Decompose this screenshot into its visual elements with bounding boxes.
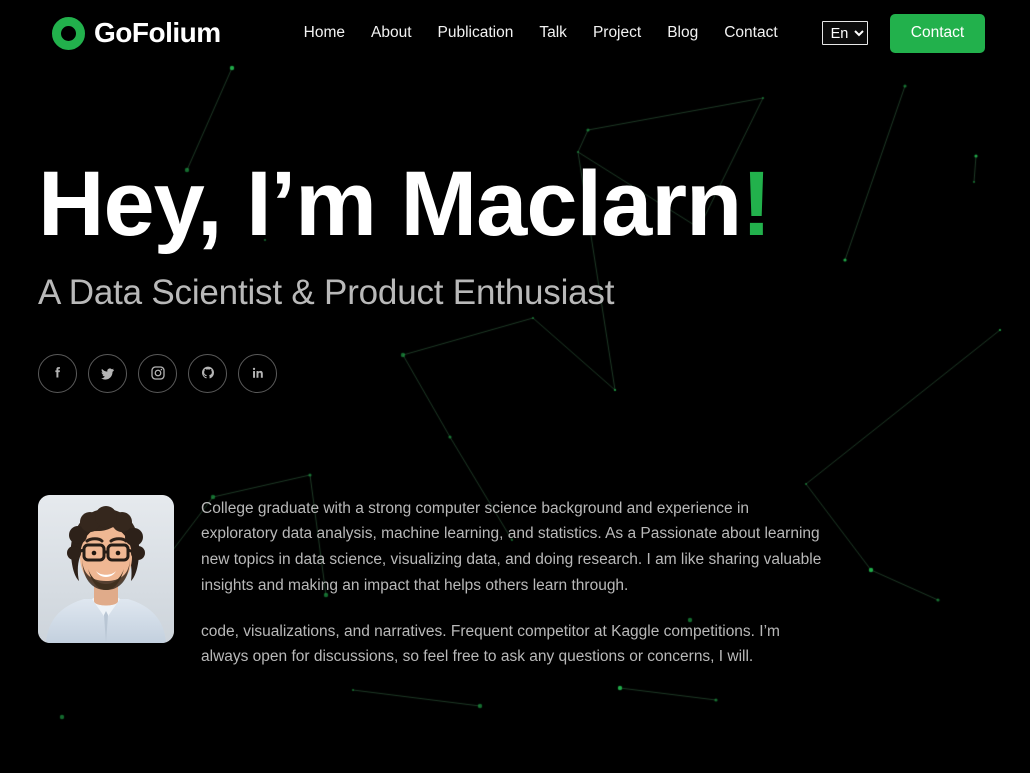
nav-item-project[interactable]: Project bbox=[593, 25, 641, 41]
page-root: GoFolium Home About Publication Talk Pro… bbox=[0, 0, 1030, 773]
avatar bbox=[38, 494, 174, 643]
bio-paragraph-2: code, visualizations, and narratives. Fr… bbox=[201, 622, 780, 666]
bio-paragraph-1: College graduate with a strong computer … bbox=[201, 499, 822, 594]
hero-subtitle: A Data Scientist & Product Enthusiast bbox=[38, 273, 615, 312]
contact-cta-button[interactable]: Contact bbox=[890, 13, 985, 53]
brand-logo-link[interactable]: GoFolium bbox=[52, 16, 221, 50]
social-link-github[interactable] bbox=[188, 353, 227, 393]
nav-item-about[interactable]: About bbox=[371, 25, 412, 41]
nav-item-blog[interactable]: Blog bbox=[667, 25, 698, 41]
nav-item-publication[interactable]: Publication bbox=[438, 25, 514, 41]
github-icon bbox=[199, 364, 217, 382]
nav-item-talk[interactable]: Talk bbox=[539, 25, 567, 41]
about-section: College graduate with a strong computer … bbox=[0, 393, 1030, 671]
social-links bbox=[38, 353, 1030, 393]
bio-text: College graduate with a strong computer … bbox=[201, 495, 826, 671]
nav-item-home[interactable]: Home bbox=[304, 25, 345, 41]
linkedin-icon bbox=[249, 364, 267, 382]
social-link-linkedin[interactable] bbox=[238, 353, 277, 393]
main-nav: Home About Publication Talk Project Blog… bbox=[304, 21, 868, 45]
instagram-icon bbox=[149, 364, 167, 382]
language-select[interactable]: EnFrEs bbox=[821, 21, 868, 45]
twitter-icon bbox=[98, 364, 117, 383]
facebook-icon bbox=[49, 364, 67, 382]
hero-accent-mark: ! bbox=[741, 153, 772, 255]
social-link-twitter[interactable] bbox=[88, 353, 127, 393]
ring-logo-icon bbox=[52, 16, 85, 50]
nav-item-contact[interactable]: Contact bbox=[724, 25, 777, 41]
hero-section: Hey, I’m Maclarn! A Data Scientist & Pro… bbox=[0, 66, 1030, 393]
brand-name: GoFolium bbox=[94, 17, 221, 48]
hero-title: Hey, I’m Maclarn! bbox=[38, 158, 1030, 250]
social-link-instagram[interactable] bbox=[138, 353, 177, 393]
site-header: GoFolium Home About Publication Talk Pro… bbox=[0, 0, 1030, 66]
social-link-facebook[interactable] bbox=[38, 353, 77, 393]
hero-greeting-text: Hey, I’m Maclarn bbox=[38, 153, 742, 255]
